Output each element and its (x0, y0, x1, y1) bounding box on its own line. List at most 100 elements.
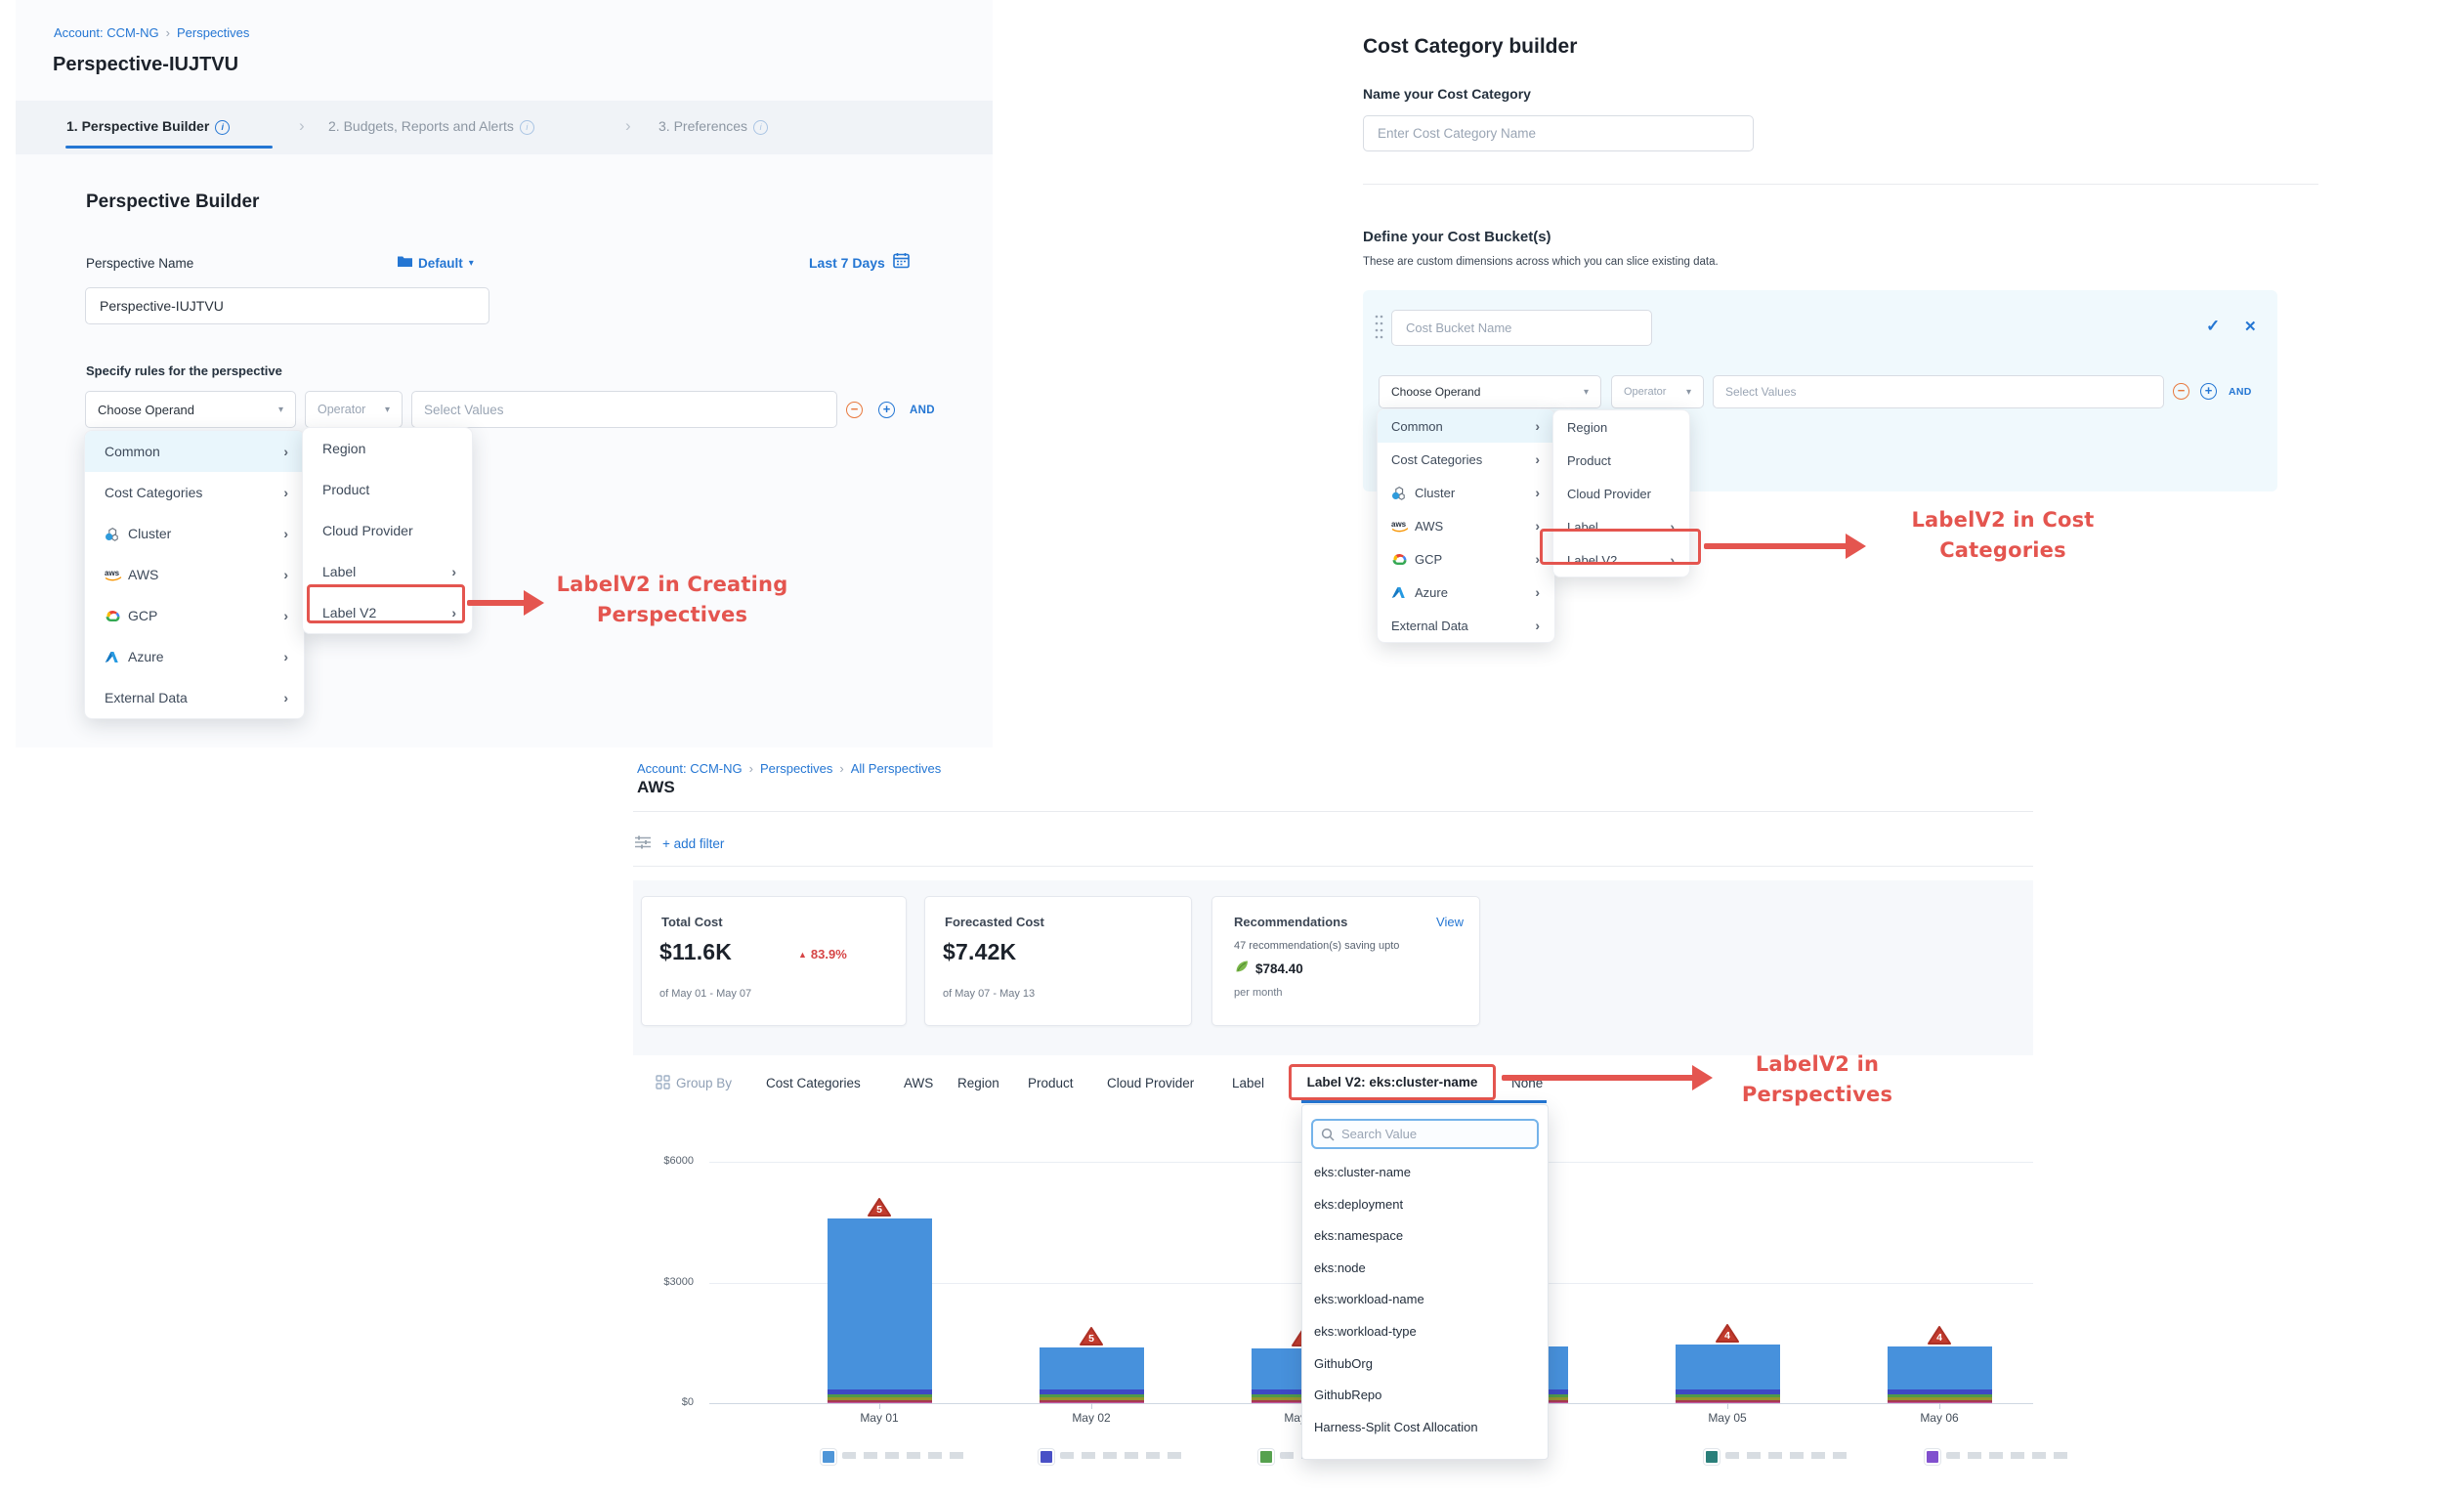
menu-item-gcp[interactable]: GCP› (85, 595, 304, 636)
operand-menu: Common›Cost Categories›Cluster›awsAWS›GC… (84, 430, 305, 719)
search-icon (1321, 1128, 1335, 1141)
legend-chip[interactable] (1039, 1449, 1054, 1465)
group-by-option[interactable]: Cloud Provider (1107, 1076, 1194, 1090)
menu-item-azure[interactable]: Azure› (1378, 576, 1554, 609)
dropdown-item[interactable]: eks:namespace (1314, 1228, 1403, 1243)
confirm-check-icon[interactable]: ✓ (2206, 317, 2220, 336)
chevron-right-icon: › (625, 116, 631, 136)
dropdown-item[interactable]: eks:deployment (1314, 1197, 1403, 1212)
dropdown-item[interactable]: eks:node (1314, 1260, 1366, 1275)
aws-icon: aws (105, 568, 128, 581)
menu-item-azure[interactable]: Azure› (85, 636, 304, 677)
tab-3[interactable]: 3. Preferencesi (658, 118, 768, 135)
menu-item-external-data[interactable]: External Data› (1378, 609, 1554, 642)
breadcrumb-item[interactable]: Perspectives (760, 761, 832, 776)
group-by-option[interactable]: Region (957, 1076, 999, 1090)
choose-operand-select[interactable]: Choose Operand ▾ (85, 391, 296, 428)
dropdown-item[interactable]: GithubRepo (1314, 1388, 1381, 1402)
operator-select[interactable]: Operator ▾ (305, 391, 403, 428)
folder-selector[interactable]: Default ▾ (398, 254, 474, 272)
submenu-item-product[interactable]: Product (303, 469, 472, 510)
submenu-item-product[interactable]: Product (1553, 444, 1689, 477)
svg-text:aws: aws (105, 569, 120, 577)
group-by-option[interactable]: Label (1232, 1076, 1264, 1090)
cost-category-name-input[interactable] (1376, 125, 1741, 142)
remove-rule-button[interactable]: − (846, 402, 863, 418)
remove-rule-button[interactable]: − (2173, 383, 2189, 400)
add-filter-button[interactable]: + add filter (662, 836, 724, 851)
bar-may-06[interactable] (1888, 1346, 1992, 1404)
operator-label: Operator (318, 403, 365, 416)
search-field[interactable]: Search Value (1311, 1119, 1539, 1149)
select-values-field[interactable]: Select Values (1713, 375, 2164, 408)
submenu-item-region[interactable]: Region (303, 428, 472, 469)
choose-operand-select[interactable]: Choose Operand ▾ (1379, 375, 1601, 408)
bar-segment (828, 1389, 932, 1394)
total-cost-period: of May 01 - May 07 (659, 988, 751, 1000)
menu-item-gcp[interactable]: GCP› (1378, 542, 1554, 576)
view-link[interactable]: View (1436, 915, 1464, 929)
bar-may-01[interactable] (828, 1218, 932, 1403)
filter-icon[interactable] (634, 834, 652, 855)
breadcrumb-item[interactable]: Perspectives (177, 25, 249, 40)
legend-chip[interactable] (1704, 1449, 1720, 1465)
anomaly-badge[interactable]: 5 (1079, 1326, 1104, 1351)
legend-label-truncated (842, 1452, 969, 1459)
dropdown-item[interactable]: eks:workload-name (1314, 1292, 1424, 1306)
choose-operand-label: Choose Operand (1391, 385, 1480, 399)
submenu-item-region[interactable]: Region (1553, 410, 1689, 444)
add-rule-button[interactable]: + (878, 402, 895, 418)
legend-chip[interactable] (1925, 1449, 1940, 1465)
breadcrumb-item[interactable]: Account: CCM-NG (637, 761, 743, 776)
bar-segment (828, 1218, 932, 1389)
menu-item-external-data[interactable]: External Data› (85, 677, 304, 718)
forecasted-cost-period: of May 07 - May 13 (943, 988, 1035, 1000)
menu-item-aws[interactable]: awsAWS› (1378, 509, 1554, 542)
labelv2-highlight-box (307, 584, 465, 623)
cost-category-name-field-wrap (1363, 115, 1754, 151)
operator-select[interactable]: Operator ▾ (1611, 375, 1704, 408)
tab-2[interactable]: 2. Budgets, Reports and Alertsi (328, 118, 534, 135)
legend-chip[interactable] (1258, 1449, 1274, 1465)
svg-text:aws: aws (1391, 520, 1407, 529)
date-range-picker[interactable]: Last 7 Days (809, 252, 910, 274)
bar-may-05[interactable] (1676, 1345, 1780, 1403)
submenu-item-cloud-provider[interactable]: Cloud Provider (1553, 477, 1689, 510)
cost-bucket-name-input[interactable] (1404, 320, 1639, 336)
perspective-name-input[interactable] (98, 297, 477, 315)
annotation-line2: Perspectives (539, 600, 805, 630)
bar-may-02[interactable] (1040, 1347, 1144, 1403)
anomaly-badge[interactable]: 5 (867, 1197, 892, 1222)
breadcrumb-item[interactable]: Account: CCM-NG (54, 25, 159, 40)
menu-item-cluster[interactable]: Cluster› (85, 513, 304, 554)
menu-item-common[interactable]: Common› (85, 431, 304, 472)
close-x-icon[interactable]: ✕ (2244, 318, 2257, 335)
anomaly-badge[interactable]: 4 (1715, 1323, 1740, 1348)
dropdown-item[interactable]: Harness-Split Cost Allocation (1314, 1420, 1478, 1434)
group-by-option[interactable]: Product (1028, 1076, 1074, 1090)
group-by-option[interactable]: AWS (904, 1076, 933, 1090)
chevron-right-icon: › (1535, 451, 1540, 467)
dropdown-item[interactable]: eks:workload-type (1314, 1324, 1417, 1339)
menu-item-cost-categories[interactable]: Cost Categories› (85, 472, 304, 513)
drag-handle-icon[interactable] (1375, 313, 1383, 347)
select-values-field[interactable]: Select Values (411, 391, 837, 428)
dropdown-item[interactable]: GithubOrg (1314, 1356, 1373, 1371)
dropdown-item[interactable]: eks:cluster-name (1314, 1165, 1411, 1179)
recommendations-card: Recommendations View 47 recommendation(s… (1211, 896, 1480, 1026)
menu-item-common[interactable]: Common› (1378, 409, 1554, 443)
submenu-item-label: Cloud Provider (1567, 487, 1651, 501)
page-title: Perspective-IUJTVU (53, 54, 238, 76)
tab-1[interactable]: 1. Perspective Builderi (66, 118, 230, 135)
menu-item-cluster[interactable]: Cluster› (1378, 476, 1554, 509)
group-by-option[interactable]: Cost Categories (766, 1076, 861, 1090)
labelv2-groupby-box[interactable]: Label V2: eks:cluster-name (1289, 1064, 1496, 1100)
legend-chip[interactable] (821, 1449, 836, 1465)
submenu-item-cloud-provider[interactable]: Cloud Provider (303, 510, 472, 551)
add-rule-button[interactable]: + (2200, 383, 2217, 400)
breadcrumb-item[interactable]: All Perspectives (851, 761, 941, 776)
anomaly-badge[interactable]: 4 (1927, 1325, 1952, 1350)
menu-item-cost-categories[interactable]: Cost Categories› (1378, 443, 1554, 476)
menu-item-label: GCP (1415, 552, 1442, 567)
menu-item-aws[interactable]: awsAWS› (85, 554, 304, 595)
